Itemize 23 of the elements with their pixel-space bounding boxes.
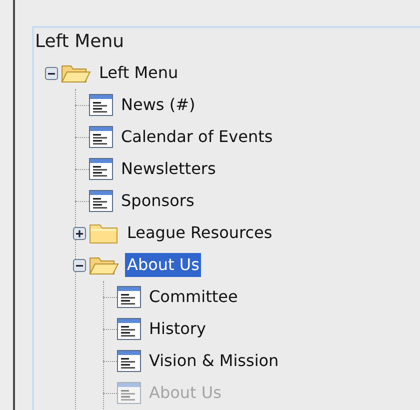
tree-item[interactable]: Left Menu [97,61,180,85]
page-icon [117,382,141,404]
page-icon [89,190,113,212]
tree-item[interactable]: League Resources [125,221,274,245]
panel-title: Left Menu [35,31,124,53]
page-icon [117,350,141,372]
tree-item[interactable]: About Us [125,253,202,277]
expand-icon[interactable] [72,226,86,240]
page-icon [117,318,141,340]
folder-icon [89,222,119,244]
page-icon [89,126,113,148]
tree-item[interactable]: Newsletters [119,157,218,181]
page-icon [89,158,113,180]
collapse-icon[interactable] [72,258,86,272]
tree-item[interactable]: Committee [147,285,240,309]
tree-item[interactable]: History [147,317,208,341]
tree-item[interactable]: News (#) [119,93,198,117]
page-icon [89,94,113,116]
tree-item[interactable]: Vision & Mission [147,349,281,373]
page-icon [117,286,141,308]
tree-item[interactable]: Calendar of Events [119,125,275,149]
tree-item[interactable]: Sponsors [119,189,196,213]
collapse-icon[interactable] [44,66,58,80]
